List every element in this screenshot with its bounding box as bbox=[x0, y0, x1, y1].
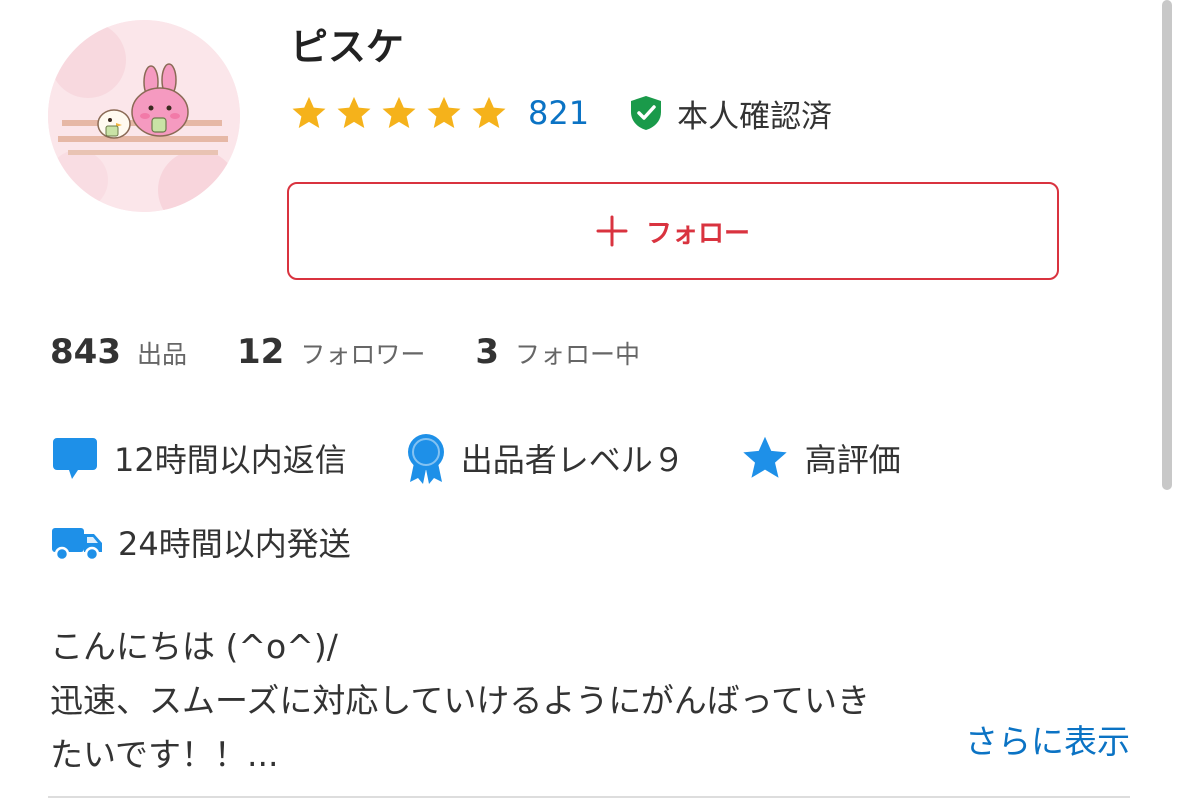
show-more-link[interactable]: さらに表示 bbox=[965, 720, 1130, 764]
rating-star-icon bbox=[337, 96, 371, 129]
star-icon bbox=[743, 436, 787, 478]
avatar[interactable] bbox=[48, 20, 240, 212]
rating-star-icon bbox=[382, 96, 416, 129]
verified-badge: 本人確認済 bbox=[629, 91, 832, 136]
badge-shipping-time: 24時間以内発送 bbox=[50, 519, 351, 565]
rating-stars[interactable] bbox=[290, 94, 508, 132]
rating-star-icon bbox=[292, 96, 326, 129]
plus-icon bbox=[596, 215, 628, 247]
badge-label: 出品者レベル９ bbox=[460, 441, 685, 479]
shield-check-icon bbox=[631, 96, 662, 130]
follow-button-label: フォロー bbox=[645, 218, 750, 249]
follow-button[interactable]: フォロー bbox=[287, 182, 1059, 280]
badge-label: 24時間以内発送 bbox=[118, 525, 351, 563]
rating-star-icon bbox=[472, 96, 506, 129]
rating-star-icon bbox=[427, 96, 461, 129]
shipping-badges: 24時間以内発送 bbox=[50, 514, 351, 570]
avatar-character-illustration bbox=[48, 20, 240, 212]
profile-bio: こんにちは (^o^)/ 迅速、スムーズに対応していけるようにがんばっていき た… bbox=[50, 627, 871, 774]
chat-bubble-icon bbox=[53, 438, 97, 479]
badge-reply-time: 12時間以内返信 bbox=[50, 433, 347, 483]
profile-stats: 843 出品 12 フォロワー 3 フォロー中 bbox=[50, 332, 640, 378]
stat-value: 12 bbox=[237, 332, 285, 372]
stat-value: 3 bbox=[475, 332, 500, 372]
verified-label: 本人確認済 bbox=[677, 98, 833, 135]
stat-listings[interactable]: 843 出品 bbox=[50, 332, 187, 372]
stat-label: フォロワー bbox=[300, 340, 426, 369]
rating-count[interactable]: 821 bbox=[528, 94, 589, 132]
stat-following[interactable]: 3 フォロー中 bbox=[475, 332, 640, 372]
badge-seller-level: 出品者レベル９ bbox=[405, 431, 685, 485]
badge-label: 12時間以内返信 bbox=[114, 441, 347, 479]
rating-row: 821 本人確認済 bbox=[290, 91, 832, 136]
badge-label: 高評価 bbox=[804, 441, 901, 479]
stat-value: 843 bbox=[50, 332, 121, 372]
badge-high-rating: 高評価 bbox=[739, 433, 901, 483]
seller-badges: 12時間以内返信 出品者レベル９ 高評価 bbox=[50, 430, 901, 486]
divider bbox=[48, 796, 1130, 798]
scrollbar[interactable] bbox=[1162, 0, 1172, 490]
stat-label: フォロー中 bbox=[515, 340, 641, 369]
stat-label: 出品 bbox=[136, 340, 187, 369]
stat-followers[interactable]: 12 フォロワー bbox=[237, 332, 425, 372]
medal-icon bbox=[407, 434, 444, 484]
user-name: ピスケ bbox=[290, 25, 405, 69]
truck-icon bbox=[52, 528, 102, 562]
